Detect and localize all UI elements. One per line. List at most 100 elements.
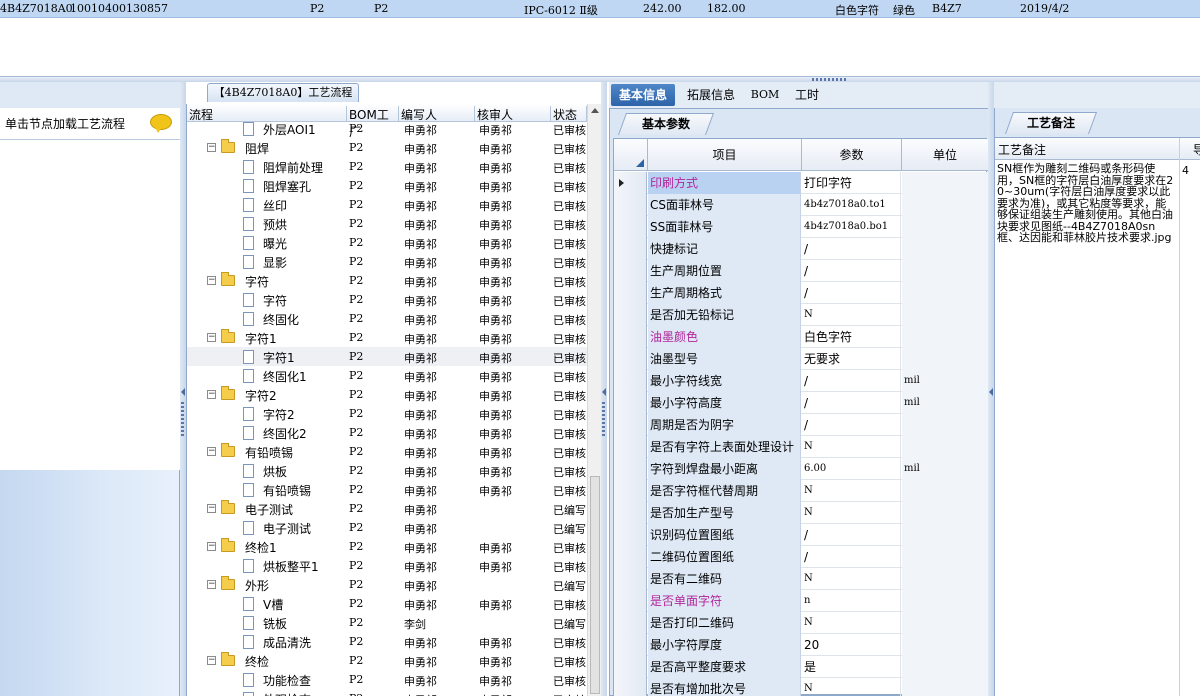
collapse-node-icon[interactable]: − (207, 333, 216, 342)
tab-bom[interactable]: BOM (747, 84, 783, 106)
param-row[interactable]: 二维码位置图纸 / (614, 546, 988, 568)
param-value[interactable]: 6.00 (802, 458, 901, 480)
tree-step-row[interactable]: 终固化2 P2 申勇祁 申勇祁 已审核 (187, 423, 587, 442)
param-value[interactable]: 无要求 (802, 348, 901, 370)
col-value[interactable]: 参数 (802, 139, 902, 171)
tree-step-row[interactable]: 字符1 P2 申勇祁 申勇祁 已审核 (187, 347, 587, 366)
tree-step-row[interactable]: 阻焊塞孔 P2 申勇祁 申勇祁 已审核 (187, 176, 587, 195)
collapse-left-icon[interactable] (181, 388, 185, 396)
param-row[interactable]: 是否单面字符 n (614, 590, 988, 612)
param-value[interactable]: N (802, 568, 901, 590)
left-tree-area[interactable] (0, 140, 180, 470)
param-value[interactable]: / (802, 546, 901, 568)
splitter-grip-icon[interactable] (812, 78, 848, 81)
tree-step-row[interactable]: V槽 P2 申勇祁 申勇祁 已审核 (187, 594, 587, 613)
tree-step-row[interactable]: 预烘 P2 申勇祁 申勇祁 已审核 (187, 214, 587, 233)
param-row[interactable]: 是否加生产型号 N (614, 502, 988, 524)
param-row[interactable]: 生产周期位置 / (614, 260, 988, 282)
param-row[interactable]: 油墨型号 无要求 (614, 348, 988, 370)
row-header[interactable] (614, 282, 647, 304)
row-header[interactable] (614, 546, 647, 568)
param-value[interactable]: 4b4z7018a0.bo1 (802, 216, 901, 238)
collapse-node-icon[interactable]: − (207, 580, 216, 589)
param-value[interactable]: 4b4z7018a0.to1 (802, 194, 901, 216)
param-row[interactable]: 最小字符厚度 20 (614, 634, 988, 656)
param-row[interactable]: 最小字符线宽 / mil (614, 370, 988, 392)
param-value[interactable]: N (802, 480, 901, 502)
collapse-middle-icon[interactable] (602, 388, 606, 396)
row-header[interactable] (614, 326, 647, 348)
row-header[interactable] (614, 524, 647, 546)
tab-work-hours[interactable]: 工时 (789, 84, 825, 106)
collapse-node-icon[interactable]: − (207, 656, 216, 665)
row-header[interactable] (614, 238, 647, 260)
row-header[interactable] (614, 502, 647, 524)
collapse-node-icon[interactable]: − (207, 390, 216, 399)
row-header[interactable] (614, 260, 647, 282)
tree-step-row[interactable]: 烘板 P2 申勇祁 申勇祁 已审核 (187, 461, 587, 480)
param-value[interactable]: 白色字符 (802, 326, 901, 348)
param-value[interactable]: / (802, 524, 901, 546)
param-value[interactable]: N (802, 436, 901, 458)
param-row[interactable]: 快捷标记 / (614, 238, 988, 260)
tree-step-row[interactable]: 字符2 P2 申勇祁 申勇祁 已审核 (187, 404, 587, 423)
tree-folder-row[interactable]: − 字符 P2 申勇祁 申勇祁 已审核 (187, 271, 587, 290)
param-row[interactable]: 最小字符高度 / mil (614, 392, 988, 414)
param-value[interactable]: N (802, 304, 901, 326)
scroll-thumb[interactable] (590, 476, 600, 694)
param-value[interactable]: N (802, 502, 901, 524)
tab-basic-info[interactable]: 基本信息 (611, 84, 675, 106)
tree-scrollbar[interactable] (587, 104, 601, 696)
row-header[interactable] (614, 194, 647, 216)
param-row[interactable]: CS面菲林号 4b4z7018a0.to1 (614, 194, 988, 216)
param-value[interactable]: 是 (802, 656, 901, 678)
param-row[interactable]: 识别码位置图纸 / (614, 524, 988, 546)
tab-process-notes[interactable]: 工艺备注 (1004, 112, 1098, 134)
collapse-node-icon[interactable]: − (207, 504, 216, 513)
param-row[interactable]: 油墨颜色 白色字符 (614, 326, 988, 348)
middle-splitter[interactable] (601, 82, 607, 696)
collapse-node-icon[interactable]: − (207, 447, 216, 456)
tree-step-row[interactable]: 终固化1 P2 申勇祁 申勇祁 已审核 (187, 366, 587, 385)
tab-process-flow[interactable]: 【4B4Z7018A0】工艺流程 (207, 83, 359, 102)
tree-step-row[interactable]: 丝印 P2 申勇祁 申勇祁 已审核 (187, 195, 587, 214)
tree-step-row[interactable]: 烘板整平1 P2 申勇祁 申勇祁 已审核 (187, 556, 587, 575)
collapse-node-icon[interactable]: − (207, 143, 216, 152)
row-header[interactable] (614, 458, 647, 480)
param-value[interactable]: n (802, 590, 901, 612)
tree-folder-row[interactable]: − 外形 P2 申勇祁 已编写 (187, 575, 587, 594)
row-header[interactable] (614, 392, 647, 414)
splitter-grip-icon[interactable] (602, 402, 605, 438)
param-value[interactable]: N (802, 678, 901, 696)
tree-folder-row[interactable]: − 字符1 P2 申勇祁 申勇祁 已审核 (187, 328, 587, 347)
row-header[interactable] (614, 414, 647, 436)
scroll-up-icon[interactable] (591, 108, 599, 113)
param-value[interactable]: / (802, 282, 901, 304)
tree-step-row[interactable]: 外观检查 P2 申勇祁 申勇祁 已审核 (187, 689, 587, 696)
tree-step-row[interactable]: 成品清洗 P2 申勇祁 申勇祁 已审核 (187, 632, 587, 651)
param-row[interactable]: 是否有增加批次号 N (614, 678, 988, 696)
row-header[interactable] (614, 304, 647, 326)
param-value[interactable]: / (802, 370, 901, 392)
param-value[interactable]: / (802, 392, 901, 414)
param-row[interactable]: 是否高平整度要求是 (614, 656, 988, 678)
tree-folder-row[interactable]: − 终检 P2 申勇祁 申勇祁 已审核 (187, 651, 587, 670)
tree-step-row[interactable]: 终固化 P2 申勇祁 申勇祁 已审核 (187, 309, 587, 328)
row-header[interactable] (614, 590, 647, 612)
row-header[interactable] (614, 370, 647, 392)
collapse-node-icon[interactable]: − (207, 276, 216, 285)
row-header[interactable] (614, 634, 647, 656)
row-header[interactable] (614, 348, 647, 370)
tree-step-row[interactable]: 有铅喷锡 P2 申勇祁 申勇祁 已审核 (187, 480, 587, 499)
param-row[interactable]: 是否有字符上表面处理设计 N (614, 436, 988, 458)
tree-step-row[interactable]: 电子测试 P2 申勇祁 已编写 (187, 518, 587, 537)
row-header[interactable] (614, 678, 647, 696)
collapse-node-icon[interactable]: − (207, 542, 216, 551)
tree-folder-row[interactable]: − 有铅喷锡 P2 申勇祁 申勇祁 已审核 (187, 442, 587, 461)
tab-basic-params[interactable]: 基本参数 (617, 113, 715, 135)
row-header[interactable] (614, 568, 647, 590)
tree-folder-row[interactable]: − 阻焊 P2 申勇祁 申勇祁 已审核 (187, 138, 587, 157)
row-header[interactable] (614, 436, 647, 458)
tree-step-row[interactable]: 阻焊前处理 P2 申勇祁 申勇祁 已审核 (187, 157, 587, 176)
row-header[interactable] (614, 656, 647, 678)
